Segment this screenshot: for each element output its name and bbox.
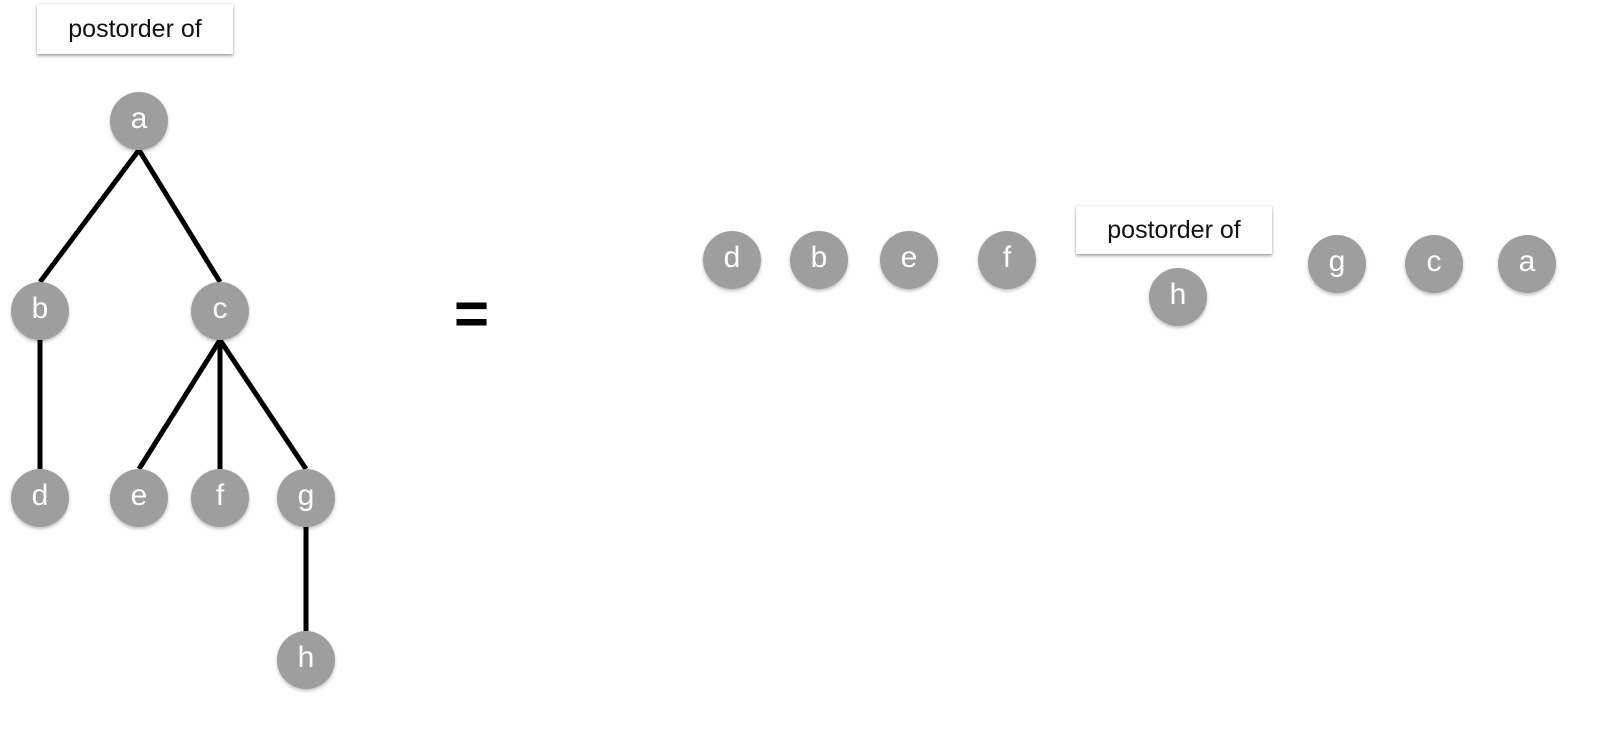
tree-node-c: c [191, 282, 249, 340]
sequence-subtree-node-h: h [1149, 268, 1207, 326]
tree-node-b: b [11, 282, 69, 340]
tree-edge-a-c [136, 148, 223, 284]
equals-sign: = [454, 280, 490, 347]
tree-node-h: h [277, 631, 335, 689]
sequence-node-c: c [1405, 235, 1463, 293]
tree-edge-c-g [217, 338, 309, 471]
sequence-node-b: b [790, 231, 848, 289]
sequence-node-g: g [1308, 235, 1366, 293]
tree-node-d: d [11, 469, 69, 527]
sequence-node-a: a [1498, 235, 1556, 293]
right-title-label: postorder of [1076, 206, 1272, 254]
tree-edges [37, 148, 309, 631]
tree-node-f: f [191, 469, 249, 527]
tree-edge-c-e [136, 338, 223, 471]
tree-node-e: e [110, 469, 168, 527]
sequence-node-d: d [703, 231, 761, 289]
tree-edge-a-b [38, 148, 141, 284]
tree-node-a: a [110, 92, 168, 150]
tree-node-g: g [277, 469, 335, 527]
sequence-node-e: e [880, 231, 938, 289]
sequence-node-f: f [978, 231, 1036, 289]
